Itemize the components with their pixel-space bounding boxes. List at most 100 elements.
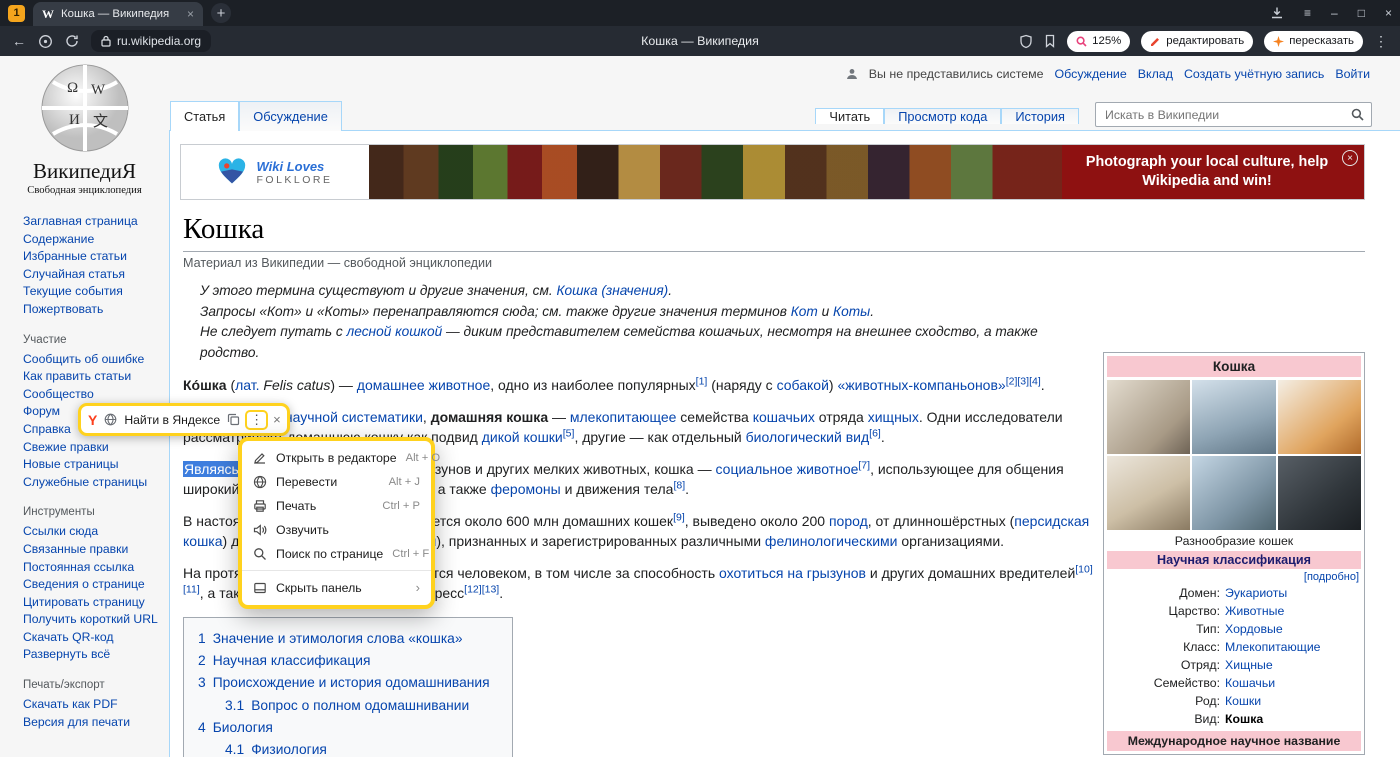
sidebar-item-main-page[interactable]: Заглавная страница <box>23 213 163 231</box>
cat-photo[interactable] <box>1192 456 1275 530</box>
reference-link[interactable]: [8] <box>673 480 685 492</box>
assistant-icon[interactable] <box>38 34 53 49</box>
taxobox-value-link[interactable]: Эукариоты <box>1225 584 1287 602</box>
sidebar-item-special-pages[interactable]: Служебные страницы <box>23 474 163 492</box>
reference-link[interactable]: [4] <box>1029 376 1041 388</box>
protect-icon[interactable] <box>1019 34 1033 49</box>
tab-article[interactable]: Статья <box>170 101 239 131</box>
tab-group-indicator[interactable]: 1 <box>8 5 25 22</box>
tab-close-icon[interactable]: × <box>187 7 194 21</box>
toc-item[interactable]: 1Значение и этимология слова «кошка» <box>198 628 490 650</box>
wiki-loves-folklore-banner[interactable]: Wiki Loves FOLKLORE Photograph your loca… <box>180 144 1365 200</box>
address-field[interactable]: ru.wikipedia.org <box>91 30 211 52</box>
menu-item-hide-panel[interactable]: Скрыть панель › <box>242 575 431 600</box>
reference-link[interactable]: [2] <box>1006 376 1018 388</box>
text-link[interactable]: фелинологическими <box>765 533 898 549</box>
menu-item-translate[interactable]: Перевести Alt + J <box>242 470 431 494</box>
browser-menu-icon[interactable]: ≡ <box>1304 6 1311 20</box>
sidebar-item-featured[interactable]: Избранные статьи <box>23 248 163 266</box>
reference-link[interactable]: [1] <box>696 376 708 388</box>
create-account-link[interactable]: Создать учётную запись <box>1184 67 1324 81</box>
sidebar-item-how-to-edit[interactable]: Как править статьи <box>23 368 163 386</box>
sidebar-item-related-changes[interactable]: Связанные правки <box>23 541 163 559</box>
text-link[interactable]: кошачьих <box>753 409 815 425</box>
sidebar-item-report-error[interactable]: Сообщить об ошибке <box>23 351 163 369</box>
find-in-yandex-button[interactable]: Найти в Яндексе <box>124 413 220 427</box>
toc-item[interactable]: 4.1Физиология <box>225 739 490 757</box>
toc-item[interactable]: 3.1Вопрос о полном одомашнивании <box>225 695 490 717</box>
sidebar-item-printable-version[interactable]: Версия для печати <box>23 714 163 732</box>
text-link[interactable]: хищных <box>868 409 919 425</box>
menu-item-find-on-page[interactable]: Поиск по странице Ctrl + F <box>242 542 431 566</box>
toc-item[interactable]: 4Биология <box>198 717 490 739</box>
reference-link[interactable]: [3] <box>1017 376 1029 388</box>
sidebar-item-page-info[interactable]: Сведения о странице <box>23 576 163 594</box>
taxobox-value-link[interactable]: Животные <box>1225 602 1284 620</box>
tab-read[interactable]: Читать <box>815 108 884 124</box>
sidebar-item-recent-changes[interactable]: Свежие правки <box>23 439 163 457</box>
reference-link[interactable]: [7] <box>858 460 870 472</box>
sidebar-item-random[interactable]: Случайная статья <box>23 266 163 284</box>
text-link[interactable]: домашнее животное <box>357 377 490 393</box>
sidebar-item-donate[interactable]: Пожертвовать <box>23 301 163 319</box>
cat-photo[interactable] <box>1278 456 1361 530</box>
toolbar-close-icon[interactable]: × <box>273 412 281 427</box>
text-link[interactable]: Кот <box>791 304 818 319</box>
reference-link[interactable]: [9] <box>673 512 685 524</box>
reference-link[interactable]: [10] <box>1075 564 1093 576</box>
window-close-button[interactable]: × <box>1385 6 1392 20</box>
reference-link[interactable]: [12] <box>464 584 482 596</box>
text-link[interactable]: биологический вид <box>746 429 870 445</box>
taxobox-value-link[interactable]: Кошачьи <box>1225 674 1275 692</box>
sidebar-item-new-pages[interactable]: Новые страницы <box>23 456 163 474</box>
text-link[interactable]: Коты <box>833 304 870 319</box>
edit-page-button[interactable]: редактировать <box>1141 31 1253 52</box>
sidebar-item-download-pdf[interactable]: Скачать как PDF <box>23 696 163 714</box>
taxobox-value-link[interactable]: Млекопитающие <box>1225 638 1321 656</box>
tab-view-source[interactable]: Просмотр кода <box>884 108 1001 124</box>
toc-item[interactable]: 2Научная классификация <box>198 650 490 672</box>
text-link[interactable]: социальное животное <box>716 461 859 477</box>
cat-photo[interactable] <box>1192 380 1275 454</box>
text-link[interactable]: «животных-компаньонов» <box>837 377 1005 393</box>
menu-item-speak[interactable]: Озвучить <box>242 518 431 542</box>
new-tab-button[interactable]: + <box>211 3 231 23</box>
text-link[interactable]: пород <box>829 513 868 529</box>
retell-button[interactable]: пересказать <box>1264 31 1363 52</box>
wiki-search-box[interactable] <box>1095 102 1372 127</box>
login-link[interactable]: Войти <box>1335 67 1370 81</box>
cat-photo[interactable] <box>1107 380 1190 454</box>
toc-item[interactable]: 3Происхождение и история одомашнивания <box>198 672 490 694</box>
reference-link[interactable]: [11] <box>183 584 200 596</box>
sidebar-item-expand-all[interactable]: Развернуть всё <box>23 646 163 664</box>
zoom-indicator[interactable]: 125% <box>1067 31 1130 52</box>
search-icon[interactable] <box>1351 108 1364 121</box>
text-link[interactable]: собакой <box>777 377 829 393</box>
reference-link[interactable]: [13] <box>482 584 500 596</box>
sidebar-item-permanent-link[interactable]: Постоянная ссылка <box>23 559 163 577</box>
reload-icon[interactable] <box>65 34 79 48</box>
sidebar-item-cite-page[interactable]: Цитировать страницу <box>23 594 163 612</box>
wiki-search-input[interactable] <box>1105 108 1351 122</box>
taxobox-value-link[interactable]: Кошки <box>1225 692 1261 710</box>
text-link[interactable]: дикой кошки <box>482 429 563 445</box>
menu-item-open-in-editor[interactable]: Открыть в редакторе Alt + O <box>242 446 431 470</box>
cat-photo[interactable] <box>1107 456 1190 530</box>
taxobox-details-link[interactable]: [подробно] <box>1304 571 1359 583</box>
back-icon[interactable]: ← <box>12 33 26 49</box>
text-link[interactable]: научной систематики <box>285 409 423 425</box>
text-link[interactable]: лат. <box>235 377 259 393</box>
sidebar-item-qr-code[interactable]: Скачать QR-код <box>23 629 163 647</box>
maximize-button[interactable]: □ <box>1358 6 1365 20</box>
reference-link[interactable]: [6] <box>869 428 881 440</box>
text-link[interactable]: Кошка (значения) <box>556 283 668 298</box>
sidebar-item-short-url[interactable]: Получить короткий URL <box>23 611 163 629</box>
sidebar-item-community[interactable]: Сообщество <box>23 386 163 404</box>
wikipedia-logo[interactable]: Ω W И 文 ВикипедиЯ Свободная энциклопедия <box>10 62 160 196</box>
toolbar-kebab-icon[interactable]: ⋮ <box>247 412 266 428</box>
menu-item-print[interactable]: Печать Ctrl + P <box>242 494 431 518</box>
sidebar-item-what-links-here[interactable]: Ссылки сюда <box>23 523 163 541</box>
tab-talk[interactable]: Обсуждение <box>239 101 342 131</box>
cat-photo[interactable] <box>1278 380 1361 454</box>
kebab-menu-icon[interactable]: ⋮ <box>1374 33 1388 50</box>
